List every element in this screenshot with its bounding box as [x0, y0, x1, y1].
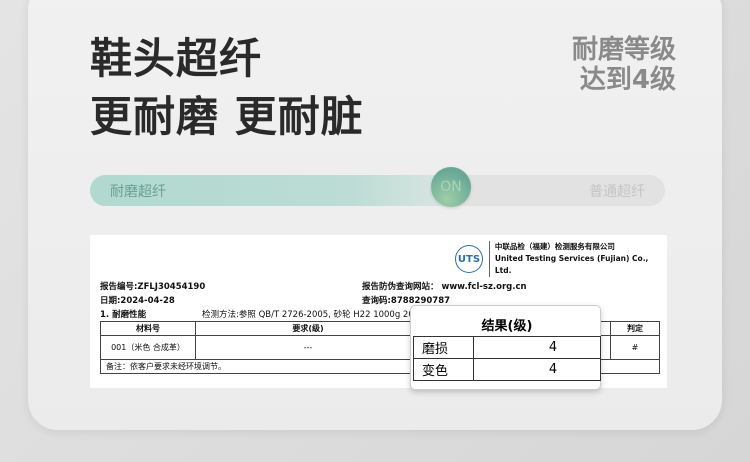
- comparison-toggle[interactable]: 耐磨超纤 普通超纤 ON: [90, 167, 665, 207]
- result-header: 结果(级): [413, 314, 601, 337]
- header-material: 材料号: [100, 321, 196, 336]
- toggle-right-label: 普通超纤: [589, 184, 645, 200]
- test-method: 检测方法:参照 QB/T 2726-2005, 砂轮 H22 1000g 200…: [202, 310, 436, 320]
- report-date: 日期:2024-04-28: [100, 296, 175, 306]
- badge-line2: 达到4级: [579, 64, 676, 95]
- uts-logo-icon: UTS: [455, 245, 483, 273]
- result-value: 4: [473, 357, 601, 381]
- cell-material: 001（米色 合成革）: [100, 335, 196, 360]
- headline-line1: 鞋头超纤: [90, 34, 263, 83]
- section-title: 1. 耐磨性能: [100, 310, 147, 320]
- toggle-knob[interactable]: ON: [431, 167, 471, 207]
- result-popup: 结果(级) 磨损 4 变色 4: [410, 305, 601, 390]
- headline-line2: 更耐磨 更耐脏: [90, 92, 364, 141]
- company-name-cn: 中联品检（福建）检测服务有限公司: [494, 242, 615, 251]
- result-value: 4: [473, 335, 601, 359]
- report-number: 报告编号:ZFLJ30454190: [100, 282, 206, 292]
- result-label: 变色: [413, 357, 474, 381]
- verify-website: 报告防伪查询网站： www.fcl-sz.org.cn: [362, 282, 527, 292]
- toggle-left-label: 耐磨超纤: [110, 184, 166, 200]
- company-name-en: United Testing Services (Fujian) Co., Lt…: [494, 254, 649, 275]
- badge-line1: 耐磨等级: [571, 35, 676, 65]
- company-logo: UTS 中联品检（福建）检测服务有限公司 United Testing Serv…: [455, 241, 667, 277]
- header-verdict: 判定: [610, 321, 660, 336]
- header-requirement: 要求(级): [195, 321, 421, 336]
- grade-badge: 耐磨等级 达到4级: [571, 35, 676, 96]
- cell-verdict: #: [610, 335, 660, 360]
- result-label: 磨损: [413, 335, 474, 359]
- table-row: 变色 4: [413, 357, 601, 381]
- table-row: 磨损 4: [413, 335, 601, 359]
- cell-requirement: ---: [195, 335, 421, 360]
